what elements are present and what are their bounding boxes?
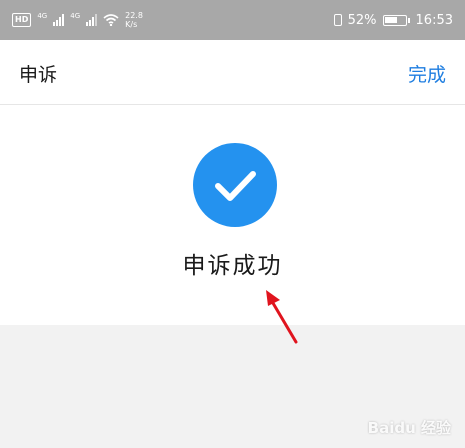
battery-cap-icon: [407, 17, 410, 23]
clock: 16:53: [415, 12, 453, 28]
signal-4g-label-2: 4G: [70, 12, 81, 20]
signal-icon: [53, 14, 65, 26]
network-speed-unit: K/s: [125, 20, 138, 29]
status-left: HD 4G 4G 22.8 K/s: [12, 0, 143, 40]
app-header: 申诉 完成: [0, 40, 465, 105]
network-speed: 22.8 K/s: [125, 11, 143, 29]
battery-percent: 52%: [347, 12, 377, 28]
status-bar: HD 4G 4G 22.8 K/s 52% 16:53: [0, 0, 465, 40]
success-check-badge: [193, 143, 277, 227]
done-button[interactable]: 完成: [408, 60, 446, 87]
battery-icon: [382, 14, 407, 26]
check-icon: [215, 171, 256, 201]
baidu-watermark: Baidu 经验: [367, 419, 451, 437]
page-title: 申诉: [19, 64, 58, 86]
red-arrow-annotation: [266, 290, 298, 344]
wifi-icon: [103, 14, 119, 26]
status-right: 52% 16:53: [333, 0, 453, 40]
vibrate-icon: [333, 14, 342, 26]
result-panel: 申诉成功: [0, 105, 465, 325]
signal-icon-2: [86, 14, 98, 26]
success-message: 申诉成功: [182, 253, 283, 279]
signal-4g-label-1: 4G: [37, 12, 48, 20]
network-speed-value: 22.8: [125, 11, 143, 20]
hd-icon: HD: [12, 13, 32, 27]
